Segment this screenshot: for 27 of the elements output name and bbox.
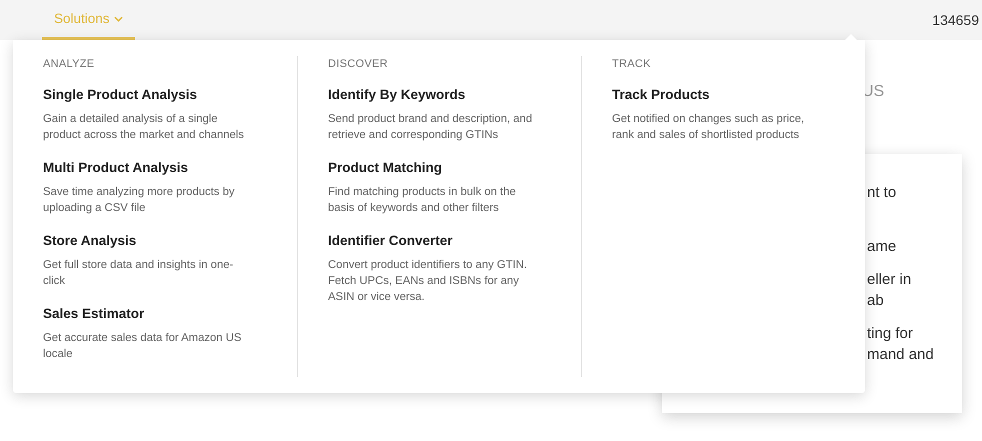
- card-text: eller in: [867, 270, 912, 290]
- menu-item-link[interactable]: Identify By Keywords: [328, 85, 466, 105]
- chevron-down-icon: [114, 16, 123, 22]
- card-text: ab: [867, 291, 885, 311]
- card-text: ame: [867, 237, 898, 257]
- section-heading: DISCOVER: [328, 57, 389, 72]
- menu-item-description: Get notified on changes such as price, rank and sales of shortlisted products: [612, 112, 806, 143]
- menu-item-description: Convert product identifiers to any GTIN. Fetch UPCs, EANs and ISBNs for any ASIN or vice versa.: [328, 258, 528, 305]
- menu-item-description: Find matching products in bulk on the basis of keywords and other filters: [328, 185, 517, 216]
- menu-item-description: Save time analyzing more products by uploading a CSV file: [43, 185, 236, 216]
- menu-item-description: Get full store data and insights in one-click: [43, 258, 234, 289]
- menu-item-description: Gain a detailed analysis of a single product across the market and channels: [43, 112, 245, 143]
- menu-item-link[interactable]: Product Matching: [328, 158, 442, 178]
- menu-item-link[interactable]: Multi Product Analysis: [43, 158, 188, 178]
- menu-item-link[interactable]: Sales Estimator: [43, 304, 144, 324]
- account-number: 134659: [932, 12, 979, 28]
- section-heading: TRACK: [612, 57, 652, 72]
- menu-item-link[interactable]: Track Products: [612, 85, 710, 105]
- section-heading: ANALYZE: [43, 57, 96, 72]
- menu-item-description: Send product brand and description, and retrieve and corresponding GTINs: [328, 112, 534, 143]
- card-text: ting for: [867, 324, 914, 344]
- menu-item-link[interactable]: Identifier Converter: [328, 231, 453, 251]
- card-text: mand and: [867, 345, 935, 365]
- menu-item-link[interactable]: Single Product Analysis: [43, 85, 198, 105]
- card-text: nt to: [867, 183, 898, 203]
- menu-item-link[interactable]: Store Analysis: [43, 231, 136, 251]
- menu-item-description: Get accurate sales data for Amazon US locale: [43, 331, 242, 362]
